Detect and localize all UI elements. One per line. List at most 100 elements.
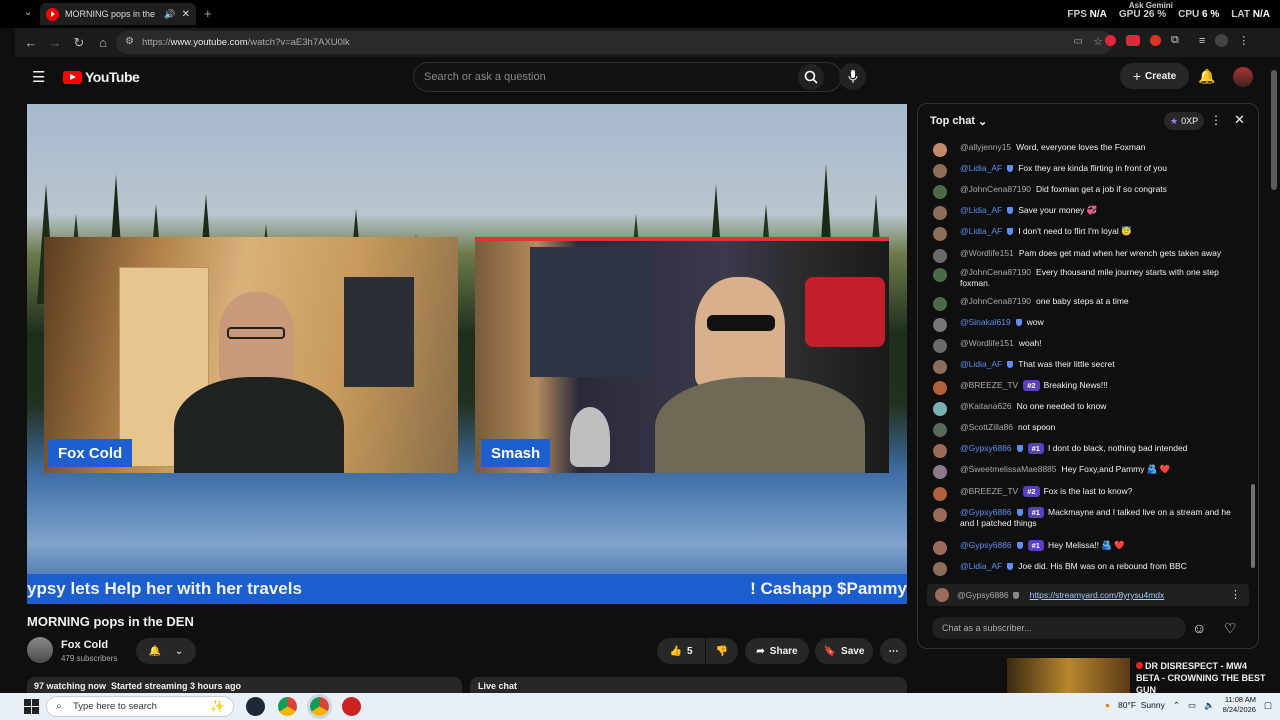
notifications-bell-icon[interactable]: 🔔: [1198, 68, 1215, 85]
taskbar-search-input[interactable]: ⌕ Type here to search ✨: [46, 696, 234, 717]
weather-text[interactable]: 80°F Sunny: [1118, 700, 1165, 710]
avatar[interactable]: [933, 360, 947, 374]
search-input[interactable]: Search or ask a question: [413, 62, 842, 92]
chat-scrollbar[interactable]: [1251, 484, 1255, 568]
browser-menu-icon[interactable]: ⋮: [1238, 34, 1249, 47]
extensions-puzzle-icon[interactable]: ⧉: [1171, 34, 1179, 47]
chat-username[interactable]: @JohnCena87190: [960, 296, 1031, 306]
avatar[interactable]: [933, 185, 947, 199]
home-icon[interactable]: ⌂: [93, 33, 113, 53]
windows-start-icon[interactable]: [24, 699, 39, 714]
emoji-icon[interactable]: ☺: [1192, 620, 1206, 636]
avatar[interactable]: [933, 164, 947, 178]
avatar[interactable]: [933, 318, 947, 332]
chat-username[interactable]: @JohnCena87190: [960, 267, 1031, 277]
xp-badge[interactable]: ★ 0XP: [1164, 112, 1205, 130]
close-tab-icon[interactable]: ✕: [182, 9, 190, 20]
chat-username[interactable]: @Lidia_AF: [960, 359, 1002, 369]
chat-message[interactable]: @Lidia_AF Joe did. His BM was on a reboun…: [933, 561, 1243, 576]
clock[interactable]: 11:08 AM 8/24/2026: [1223, 695, 1256, 715]
chat-username[interactable]: @ScottZilla86: [960, 422, 1013, 432]
chat-username[interactable]: @SweetmelissaMae8885: [960, 464, 1057, 474]
chat-more-icon[interactable]: ⋮: [1210, 113, 1222, 127]
chat-username[interactable]: @Wordlife151: [960, 338, 1014, 348]
dislike-button[interactable]: 👎: [706, 638, 738, 664]
avatar[interactable]: [933, 541, 947, 555]
chat-username[interactable]: @BREEZE_TV: [960, 486, 1018, 496]
chat-message[interactable]: @Gypsy6886 #1 Mackmayne and I talked live …: [933, 507, 1243, 529]
account-avatar[interactable]: [1233, 67, 1253, 87]
heart-icon[interactable]: ♡: [1224, 620, 1237, 637]
site-settings-icon[interactable]: ⚙: [125, 36, 134, 47]
subscription-bell-button[interactable]: 🔔 ⌄: [136, 638, 196, 664]
chat-username[interactable]: @Gypsy6886: [960, 540, 1012, 550]
chat-username[interactable]: @Kaitana626: [960, 401, 1012, 411]
chat-username[interactable]: @Lidia_AF: [960, 205, 1002, 215]
chat-message[interactable]: @JohnCena87190 one baby steps at a time: [933, 296, 1243, 311]
recommended-thumbnail[interactable]: [1007, 658, 1130, 698]
chat-username[interactable]: @Gypsy6886: [960, 443, 1012, 453]
save-button[interactable]: 🔖 Save: [815, 638, 873, 664]
chat-username[interactable]: @Gypsy6886: [960, 507, 1012, 517]
video-player[interactable]: Fox Cold Smash ypsy lets Help her with h…: [27, 104, 907, 604]
profile-avatar-icon[interactable]: [1215, 34, 1229, 47]
avatar[interactable]: [933, 381, 947, 395]
chat-message[interactable]: @Lidia_AF Fox they are kinda flirting in …: [933, 163, 1243, 178]
chat-username[interactable]: @Wordlife151: [960, 248, 1014, 258]
back-icon[interactable]: ←: [21, 33, 41, 53]
avatar[interactable]: [933, 143, 947, 157]
chat-message[interactable]: @Kaitana626 No one needed to know: [933, 401, 1243, 416]
tray-chevron-icon[interactable]: ⌃: [1173, 700, 1180, 711]
avatar[interactable]: [933, 562, 947, 576]
chat-message[interactable]: @Gypsy6886 #1 Hey Melissa!! 🫂 ❤️: [933, 540, 1243, 555]
network-icon[interactable]: ▭: [1188, 700, 1196, 711]
chat-message[interactable]: @ScottZilla86 not spoon: [933, 422, 1243, 437]
chat-message[interactable]: @BREEZE_TV #2 Fox is the last to know?: [933, 486, 1243, 501]
avatar[interactable]: [933, 227, 947, 241]
avatar[interactable]: [933, 487, 947, 501]
chat-username[interactable]: @Lidia_AF: [960, 163, 1002, 173]
chat-username[interactable]: @Lidia_AF: [960, 561, 1002, 571]
more-actions-button[interactable]: ⋯: [880, 638, 907, 664]
page-scrollbar[interactable]: [1271, 70, 1277, 190]
hamburger-menu-icon[interactable]: ☰: [32, 68, 45, 86]
chat-message[interactable]: @Sinakal619 wow: [933, 317, 1243, 332]
avatar[interactable]: [933, 297, 947, 311]
steam-app-icon[interactable]: [246, 697, 265, 716]
extension-abp-icon[interactable]: [1126, 35, 1140, 46]
chat-message[interactable]: @allyjenny15 Word, everyone loves the Fox…: [933, 142, 1243, 157]
like-button[interactable]: 👍 5: [657, 638, 705, 664]
forward-icon[interactable]: →: [45, 33, 65, 53]
browser-tab[interactable]: MORNING pops in the DEN 🔊 ✕: [40, 3, 196, 25]
chat-username[interactable]: @BREEZE_TV: [960, 380, 1018, 390]
pinned-link[interactable]: https://streamyard.com/8yrysu4mdx: [1030, 590, 1165, 600]
chat-message[interactable]: @Wordlife151 Pam does get mad when her wr…: [933, 248, 1243, 263]
avatar[interactable]: [933, 206, 947, 220]
notification-center-icon[interactable]: ▢: [1264, 700, 1272, 711]
avatar[interactable]: [933, 444, 947, 458]
recommended-title[interactable]: DR DISRESPECT - MW4 BETA - CROWNING THE …: [1136, 660, 1266, 696]
chat-message[interactable]: @BREEZE_TV #2 Breaking News!!!: [933, 380, 1243, 395]
voice-search-icon[interactable]: [839, 63, 866, 90]
channel-avatar[interactable]: [27, 637, 53, 663]
chat-mode-label[interactable]: Top chat: [930, 115, 975, 127]
chat-message[interactable]: @JohnCena87190 Did foxman get a job if so…: [933, 184, 1243, 199]
chat-message[interactable]: @Wordlife151 woah!: [933, 338, 1243, 353]
address-bar[interactable]: ⚙ https://www.youtube.com/watch?v=aE3h7A…: [116, 31, 1113, 54]
chat-message[interactable]: @Lidia_AF I don't need to flirt I'm loyal…: [933, 226, 1243, 241]
extension-red-icon[interactable]: [1105, 35, 1116, 46]
chrome-active-app-icon[interactable]: [307, 694, 332, 719]
obs-app-icon[interactable]: [342, 697, 361, 716]
chat-username[interactable]: @JohnCena87190: [960, 184, 1031, 194]
create-button[interactable]: + Create: [1120, 63, 1189, 89]
youtube-logo[interactable]: YouTube: [63, 69, 140, 85]
avatar[interactable]: [933, 423, 947, 437]
media-control-icon[interactable]: ≡: [1199, 35, 1205, 47]
avatar[interactable]: [933, 465, 947, 479]
share-button[interactable]: ➦ Share: [745, 638, 809, 664]
speaker-icon[interactable]: 🔊: [164, 9, 175, 20]
chat-username[interactable]: @Lidia_AF: [960, 226, 1002, 236]
chat-message[interactable]: @Lidia_AF That was their little secret: [933, 359, 1243, 374]
reload-icon[interactable]: ↻: [69, 33, 89, 53]
gemini-label[interactable]: Ask Gemini: [1129, 1, 1173, 10]
